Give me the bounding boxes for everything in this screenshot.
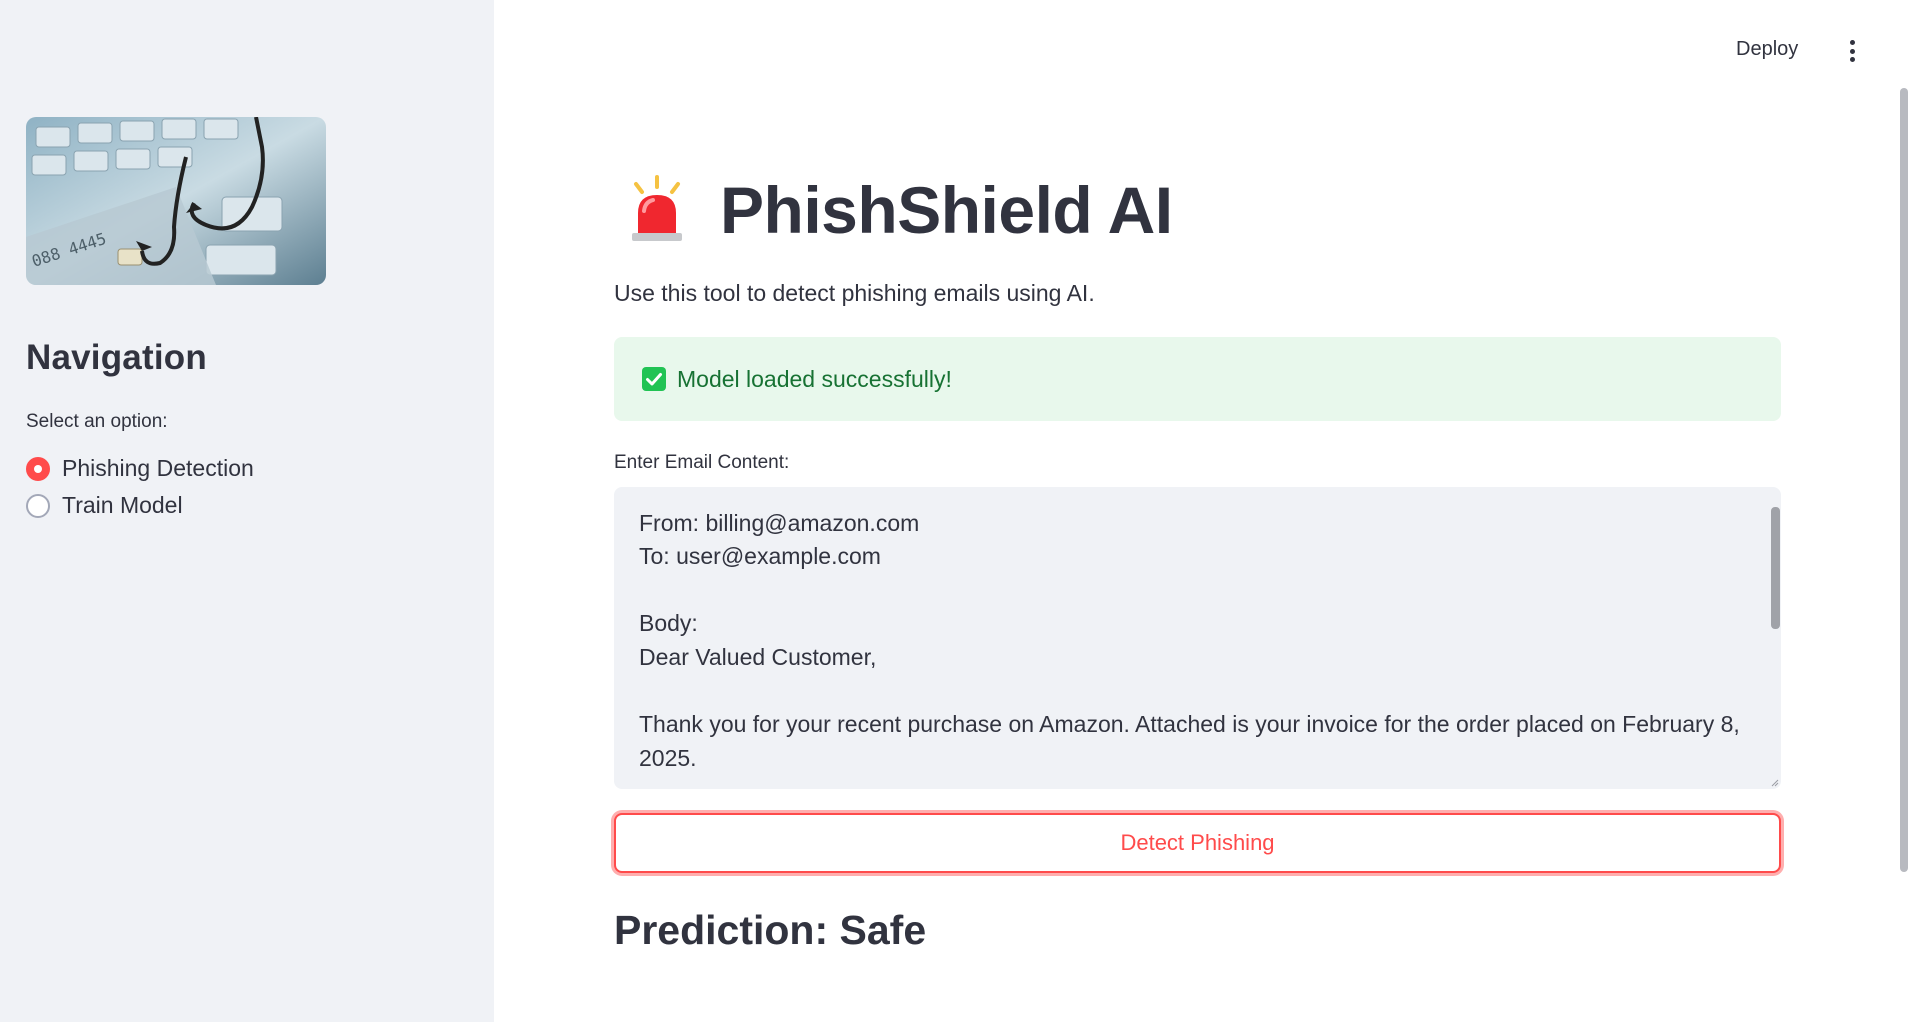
radio-option-train-model[interactable]: Train Model bbox=[26, 492, 183, 519]
radio-option-label: Train Model bbox=[62, 492, 183, 518]
radio-group-label: Select an option: bbox=[26, 411, 168, 432]
sidebar-title: Navigation bbox=[26, 338, 207, 377]
resize-handle-icon[interactable] bbox=[1769, 777, 1779, 787]
textarea-scrollbar[interactable] bbox=[1771, 507, 1780, 629]
success-alert: Model loaded successfully! bbox=[614, 337, 1781, 421]
radio-option-label: Phishing Detection bbox=[62, 455, 254, 481]
kebab-dot bbox=[1849, 48, 1855, 54]
prediction-result: Prediction: Safe bbox=[614, 907, 927, 953]
detect-phishing-button[interactable]: Detect Phishing bbox=[614, 813, 1781, 873]
radio-option-phishing-detection[interactable]: Phishing Detection bbox=[26, 455, 254, 482]
kebab-dot bbox=[1849, 57, 1855, 62]
sidebar: 088 4445 Navigation Select an option: Ph… bbox=[0, 0, 494, 1022]
radio-selected-icon[interactable] bbox=[26, 456, 50, 481]
kebab-dot bbox=[1849, 40, 1855, 45]
page-title: PhishShield AI bbox=[720, 173, 1173, 247]
email-content-text[interactable]: From: billing@amazon.com To: user@exampl… bbox=[639, 487, 1741, 775]
page-subtitle: Use this tool to detect phishing emails … bbox=[614, 280, 1095, 306]
police-siren-icon bbox=[632, 175, 682, 241]
page-header: PhishShield AI bbox=[628, 172, 1173, 248]
check-box-icon bbox=[642, 367, 666, 391]
radio-unselected-icon[interactable] bbox=[26, 493, 50, 518]
email-content-label: Enter Email Content: bbox=[614, 452, 790, 473]
page-scrollbar[interactable] bbox=[1900, 88, 1908, 872]
deploy-button[interactable]: Deploy bbox=[1736, 38, 1798, 61]
kebab-menu-icon[interactable] bbox=[1845, 38, 1859, 64]
email-content-textarea[interactable]: From: billing@amazon.com To: user@exampl… bbox=[614, 487, 1781, 789]
success-message: Model loaded successfully! bbox=[677, 365, 952, 392]
phishing-hook-image: 088 4445 bbox=[26, 117, 326, 285]
